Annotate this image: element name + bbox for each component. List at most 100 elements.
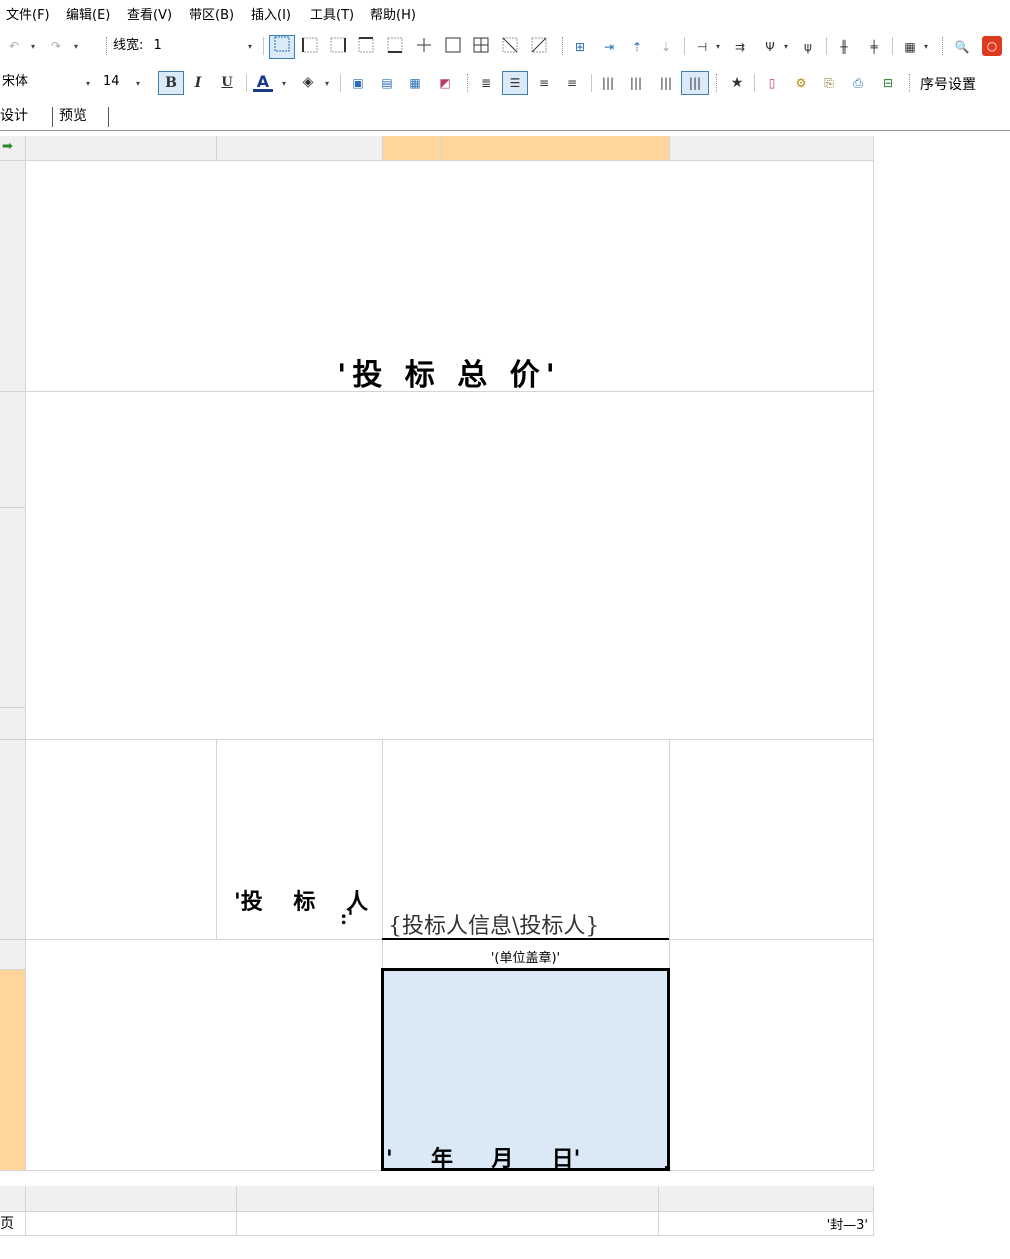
align-center-icon[interactable]: ≡: [534, 73, 554, 93]
resize-handle[interactable]: [665, 1166, 670, 1171]
border-bottom-icon[interactable]: [385, 37, 405, 57]
report-preview-icon[interactable]: ⎙: [848, 73, 868, 93]
valign-bottom-icon[interactable]: |||: [656, 73, 676, 93]
footer-header: [0, 1186, 874, 1211]
insert-band-icon[interactable]: Ψ: [760, 37, 780, 57]
align-left-icon[interactable]: ☰: [502, 71, 528, 95]
insert-column-dropdown-icon[interactable]: ▾: [716, 42, 720, 51]
border-none-icon[interactable]: [269, 35, 295, 59]
equal-height-icon[interactable]: ╪: [864, 37, 884, 57]
insert-band-dropdown-icon[interactable]: ▾: [784, 42, 788, 51]
insert-row-icon[interactable]: ⇡: [627, 37, 647, 57]
font-color-dropdown-icon[interactable]: ▾: [282, 79, 286, 88]
grid-line: [216, 136, 217, 160]
redo-icon[interactable]: ↷: [46, 36, 66, 56]
menu-view[interactable]: 查看(V): [127, 4, 172, 23]
valign-middle-icon[interactable]: |||: [626, 73, 646, 93]
insert-column-icon[interactable]: ⊣: [692, 37, 712, 57]
grid-line: [0, 707, 25, 708]
toolbar-grip: [942, 37, 945, 55]
toolbar-grip: [106, 37, 109, 55]
menu-help[interactable]: 帮助(H): [370, 4, 416, 23]
border-right-icon[interactable]: [328, 37, 348, 57]
delete-row-icon[interactable]: ⇣: [656, 37, 676, 57]
redo-dropdown-icon[interactable]: ▾: [74, 42, 78, 51]
valign-top-icon[interactable]: |||: [598, 73, 618, 93]
menu-edit[interactable]: 编辑(E): [66, 4, 110, 23]
toolbar-grip: [909, 74, 912, 92]
menu-bar: 文件(F) 编辑(E) 查看(V) 带区(B) 插入(I) 工具(T) 帮助(H…: [0, 0, 1010, 26]
clear-format-icon[interactable]: ◩: [435, 73, 455, 93]
grid-line: [669, 136, 670, 160]
undo-dropdown-icon[interactable]: ▾: [31, 42, 35, 51]
border-all-icon[interactable]: [471, 37, 491, 57]
italic-button[interactable]: I: [188, 73, 208, 93]
bidder-label-colon: :': [340, 905, 354, 929]
font-color-button[interactable]: A: [253, 72, 273, 92]
page-code[interactable]: '封—3': [660, 1214, 868, 1233]
font-name-combo[interactable]: 宋体: [2, 71, 94, 93]
align-justify-icon[interactable]: ≣: [476, 73, 496, 93]
separator: [340, 74, 341, 92]
line-width-value: 1: [153, 38, 162, 53]
border-top-icon[interactable]: [356, 37, 376, 57]
calculator-icon[interactable]: ⊟: [878, 73, 898, 93]
grid-line: [873, 1186, 874, 1236]
border-left-icon[interactable]: [300, 37, 320, 57]
diagonal-down-icon[interactable]: [500, 37, 520, 57]
grid-line: [25, 1186, 26, 1236]
grid-line: [669, 939, 874, 940]
seal-note[interactable]: '(单位盖章)': [382, 947, 669, 966]
grid-line: [0, 969, 25, 970]
fill-color-dropdown-icon[interactable]: ▾: [325, 79, 329, 88]
menu-file[interactable]: 文件(F): [6, 4, 50, 23]
page-icon[interactable]: ▯: [762, 73, 782, 93]
tab-preview[interactable]: 预览: [59, 105, 87, 127]
append-column-icon[interactable]: ⇉: [730, 37, 750, 57]
grid-line: [236, 1186, 237, 1236]
settings-gear-icon[interactable]: ⚙: [791, 73, 811, 93]
export-icon[interactable]: ⎘: [819, 73, 839, 93]
font-name-dropdown-icon[interactable]: ▾: [86, 79, 90, 88]
delete-band-icon[interactable]: ψ: [798, 37, 818, 57]
line-width-dropdown-icon[interactable]: ▾: [248, 42, 252, 51]
table-layout-dropdown-icon[interactable]: ▾: [924, 42, 928, 51]
cell-header-icon[interactable]: ▤: [377, 73, 397, 93]
undo-icon[interactable]: ↶: [4, 36, 24, 56]
tab-design[interactable]: 设计: [0, 105, 28, 127]
close-icon[interactable]: ○: [982, 36, 1002, 56]
table-layout-icon[interactable]: ▦: [900, 37, 920, 57]
star-button[interactable]: ★: [727, 73, 747, 93]
print-preview-icon[interactable]: 🔍: [952, 37, 972, 57]
separator: [246, 74, 247, 92]
valign-baseline-icon[interactable]: |||: [681, 71, 709, 95]
menu-band[interactable]: 带区(B): [189, 4, 234, 23]
merge-cells-icon[interactable]: ⊞: [570, 37, 590, 57]
equal-width-icon[interactable]: ╫: [834, 37, 854, 57]
grid-line: [0, 939, 382, 940]
underline-button[interactable]: U: [217, 73, 237, 93]
row-header-selected: [0, 970, 25, 1171]
select-all-arrow-icon[interactable]: ➡: [2, 139, 13, 154]
font-size-dropdown-icon[interactable]: ▾: [136, 79, 140, 88]
grid-line: [873, 136, 874, 1171]
report-title[interactable]: '投 标 总 价': [25, 350, 873, 394]
grid-line: [658, 1186, 659, 1236]
cell-grid-icon[interactable]: ▦: [405, 73, 425, 93]
date-cell-selected[interactable]: ' 年 月 日': [381, 968, 670, 1172]
separator: [684, 37, 685, 55]
sequence-settings-button[interactable]: 序号设置: [920, 74, 976, 94]
border-inner-icon[interactable]: [414, 37, 434, 57]
bidder-field[interactable]: {投标人信息\投标人}: [388, 908, 599, 940]
split-cells-icon[interactable]: ⇥: [599, 37, 619, 57]
bold-button[interactable]: B: [158, 71, 184, 95]
border-outer-icon[interactable]: [443, 37, 463, 57]
fill-color-icon[interactable]: ◈: [298, 72, 318, 92]
line-width-combo[interactable]: 线宽: 1: [113, 35, 258, 57]
align-right-icon[interactable]: ≡: [562, 73, 582, 93]
menu-insert[interactable]: 插入(I): [251, 4, 291, 23]
diagonal-up-icon[interactable]: [529, 37, 549, 57]
menu-tools[interactable]: 工具(T): [310, 4, 354, 23]
toolbar-grip: [467, 74, 470, 92]
cell-format-icon[interactable]: ▣: [348, 73, 368, 93]
